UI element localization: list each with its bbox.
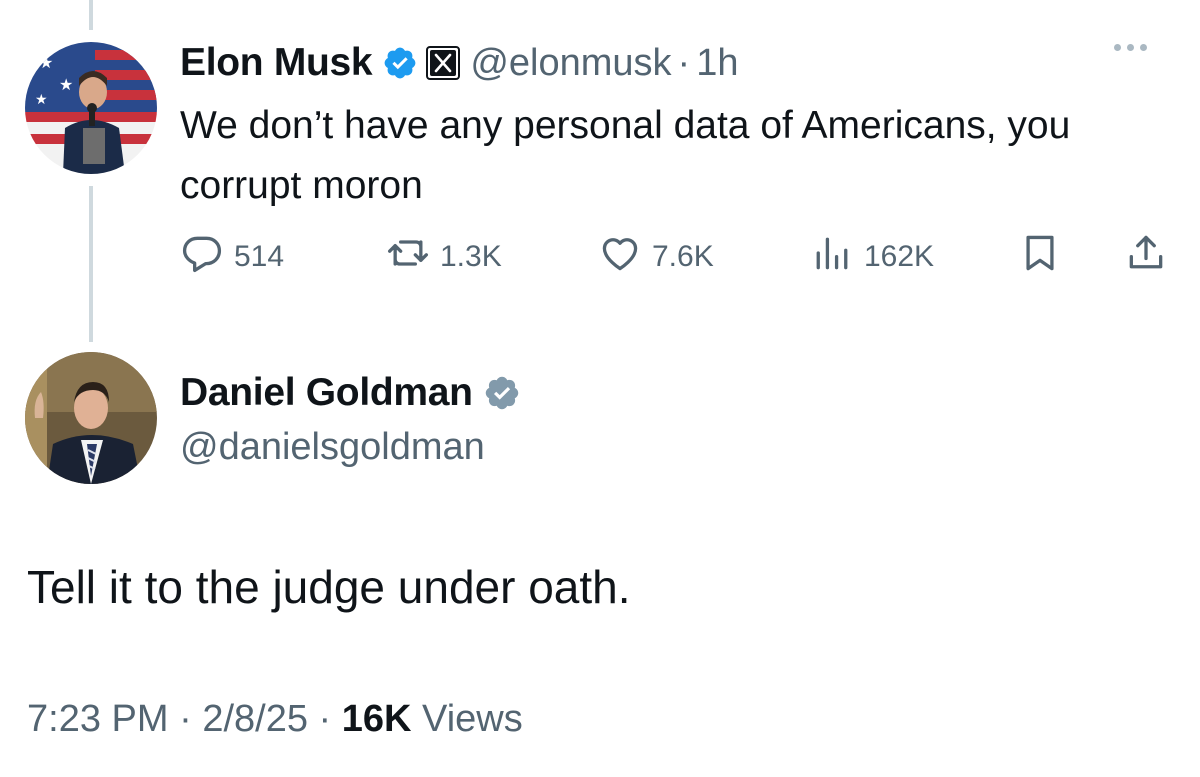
tweet-meta: 7:23 PM · 2/8/25 · 16K Views xyxy=(27,698,523,741)
views-button[interactable]: 162K xyxy=(810,232,934,282)
tweet-time[interactable]: 7:23 PM xyxy=(27,698,169,740)
bookmark-button[interactable] xyxy=(1018,232,1062,282)
separator: · xyxy=(677,41,691,84)
x-logo-icon xyxy=(426,46,461,80)
svg-text:★: ★ xyxy=(35,92,48,108)
tweet-text: Tell it to the judge under oath. xyxy=(27,561,631,613)
views-count: 162K xyxy=(864,240,935,273)
retweet-count: 1.3K xyxy=(440,240,502,273)
like-button[interactable]: 7.6K xyxy=(598,232,714,282)
tweet-date[interactable]: 2/8/25 xyxy=(202,698,308,740)
author-handle[interactable]: @elonmusk xyxy=(470,42,671,85)
avatar[interactable]: ★ ★ ★ xyxy=(25,42,157,174)
retweet-button[interactable]: 1.3K xyxy=(386,232,502,282)
author-name[interactable]: Elon Musk xyxy=(180,41,373,85)
thread-line-top xyxy=(89,0,93,30)
reply-count: 514 xyxy=(234,240,285,273)
author-handle[interactable]: @danielsgoldman xyxy=(180,426,485,469)
retweet-icon xyxy=(386,231,430,283)
bookmark-icon xyxy=(1018,231,1062,283)
like-count: 7.6K xyxy=(652,240,714,273)
svg-text:★: ★ xyxy=(59,75,73,94)
avatar[interactable] xyxy=(25,352,157,484)
separator: · xyxy=(179,698,192,740)
tweet-time[interactable]: 1h xyxy=(696,42,738,85)
verified-badge-icon xyxy=(483,374,521,412)
share-icon xyxy=(1124,231,1168,283)
like-icon xyxy=(598,231,642,283)
verified-badge-icon xyxy=(382,45,418,81)
separator: · xyxy=(318,698,332,740)
svg-text:★: ★ xyxy=(39,53,53,72)
tweet-actions: 514 1.3K 7.6K 162K xyxy=(180,232,1170,282)
tweet-header: Elon Musk @elonmusk · 1h xyxy=(180,38,738,88)
reply-button[interactable]: 514 xyxy=(180,232,284,282)
thread-line xyxy=(89,186,93,342)
author-name[interactable]: Daniel Goldman xyxy=(180,371,473,415)
views-count[interactable]: 16K xyxy=(342,698,412,740)
reply-header: Daniel Goldman xyxy=(180,366,521,420)
tweet-text: We don’t have any personal data of Ameri… xyxy=(180,104,1071,207)
reply-icon xyxy=(180,231,224,283)
views-label: Views xyxy=(422,698,523,740)
share-button[interactable] xyxy=(1124,232,1168,282)
more-icon[interactable] xyxy=(1114,44,1147,51)
views-icon xyxy=(810,231,854,283)
